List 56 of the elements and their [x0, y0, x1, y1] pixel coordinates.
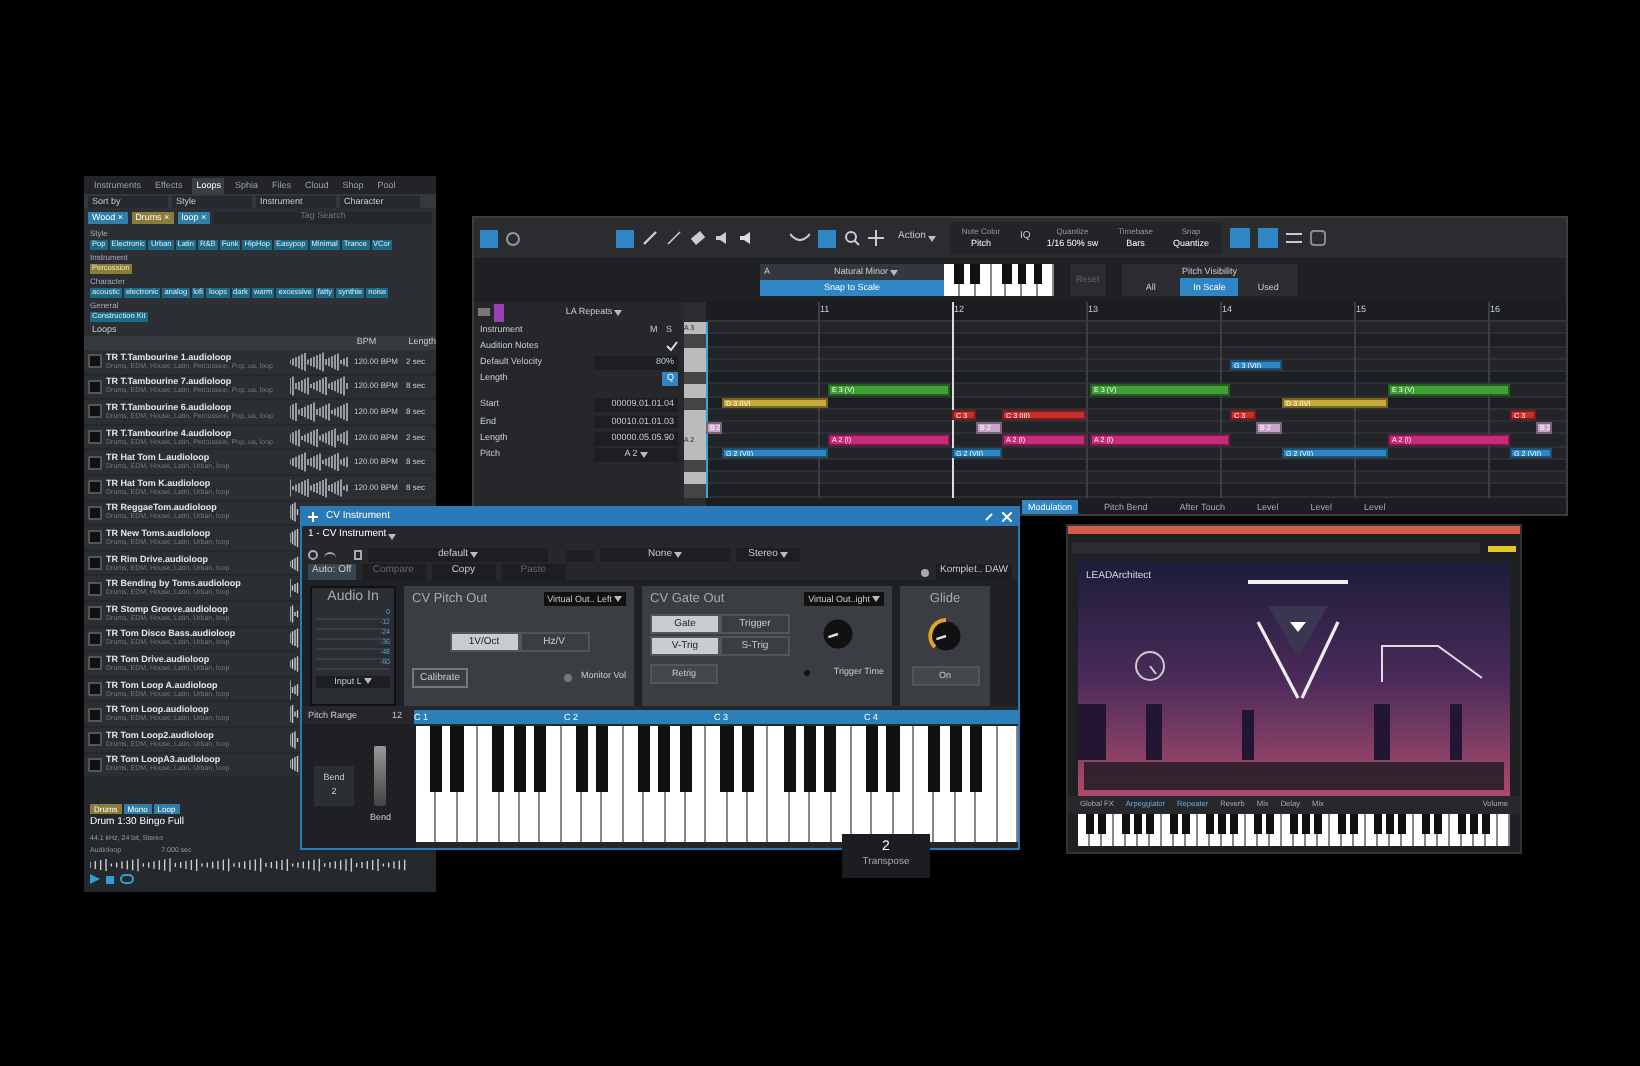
waveform-drawing [290, 704, 300, 725]
speaker-icon[interactable] [738, 230, 754, 246]
caret-icon [673, 552, 682, 558]
checkbox[interactable] [666, 340, 678, 353]
bend-wheel[interactable] [374, 746, 387, 807]
caret-icon [388, 533, 397, 539]
waveform-drawing [290, 553, 300, 574]
caret-icon [470, 552, 478, 558]
eraser-icon[interactable] [690, 230, 706, 246]
pin-icon[interactable] [984, 512, 994, 522]
led-icon [803, 670, 810, 677]
waveform-drawing [290, 628, 300, 649]
waveform-drawing [290, 427, 350, 448]
caret-icon [614, 596, 622, 603]
file-icon[interactable] [354, 550, 362, 560]
pencil-icon[interactable] [642, 230, 658, 246]
search-icon[interactable] [844, 230, 860, 246]
waveform-drawing [290, 679, 300, 700]
line-tool-icon[interactable] [666, 230, 682, 246]
play-icon[interactable] [90, 874, 100, 884]
waveform-drawing [290, 653, 300, 674]
caret-icon [927, 235, 936, 241]
caret-icon [614, 309, 623, 315]
waveform-drawing [290, 603, 300, 624]
add-icon[interactable] [308, 512, 318, 522]
waveform-drawing [290, 351, 350, 372]
automation-icon[interactable] [324, 552, 336, 558]
track-list-icon[interactable] [478, 308, 490, 316]
caret-icon [872, 596, 880, 603]
waveform-drawing [290, 376, 350, 397]
power-icon[interactable] [308, 550, 318, 560]
status-indicator [1488, 545, 1516, 551]
waveform-drawing [290, 527, 300, 548]
caret-icon [639, 451, 648, 458]
stop-icon[interactable] [106, 875, 114, 883]
glide-knob[interactable] [925, 615, 965, 656]
piano-keyboard[interactable] [416, 726, 1018, 842]
piano-key[interactable] [684, 372, 706, 385]
synth-keyboard[interactable] [1078, 814, 1510, 846]
piano-key[interactable] [684, 472, 706, 485]
curve-icon[interactable] [790, 230, 810, 246]
waveform-drawing [290, 401, 350, 422]
waveform-drawing [290, 502, 300, 523]
scale-keyboard[interactable] [944, 264, 1054, 296]
waveform-drawing [290, 578, 300, 599]
caret-icon [363, 678, 372, 685]
envelope-drawing [1378, 642, 1486, 686]
close-icon[interactable] [1002, 512, 1012, 522]
macro-knob [1134, 650, 1166, 682]
caret-icon [779, 552, 788, 558]
waveform-drawing [290, 729, 300, 750]
waveform-drawing [290, 477, 350, 498]
caret-icon [890, 269, 898, 275]
mute-tool-icon[interactable] [714, 230, 730, 246]
waveform-drawing [290, 754, 300, 775]
waveform-drawing [290, 452, 350, 473]
